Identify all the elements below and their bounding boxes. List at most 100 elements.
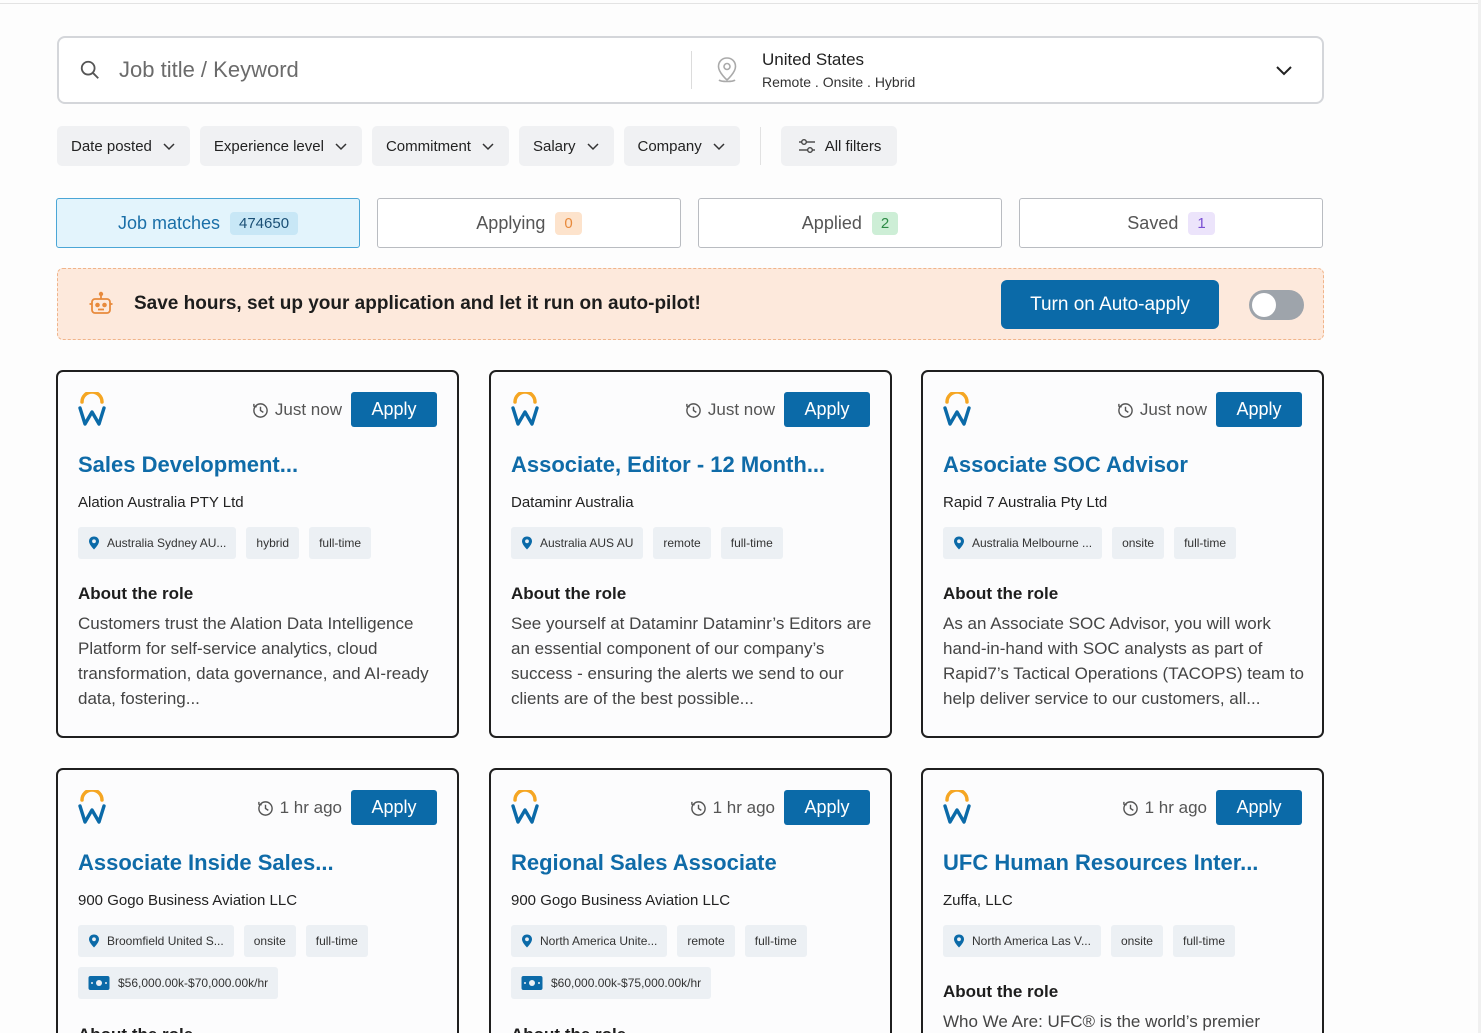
- salary-text: $60,000.00k-$75,000.00k/hr: [551, 976, 702, 990]
- company-name: Alation Australia PTY Ltd: [78, 494, 244, 511]
- company-logo-icon: [78, 390, 106, 428]
- job-card[interactable]: Just now Apply Associate, Editor - 12 Mont…: [489, 370, 892, 738]
- job-title[interactable]: Regional Sales Associate: [511, 850, 777, 876]
- count-badge: 2: [871, 211, 899, 235]
- job-tags: Broomfield United S... onsite full-time $56…: [78, 925, 448, 1009]
- apply-button[interactable]: Apply: [1216, 790, 1302, 825]
- toggle-knob: [1252, 293, 1276, 317]
- employment-type-tag: full-time: [1174, 527, 1237, 559]
- job-title[interactable]: Associate SOC Advisor: [943, 452, 1188, 478]
- chevron-down-icon[interactable]: [1274, 60, 1294, 80]
- apply-button[interactable]: Apply: [351, 790, 437, 825]
- job-description: See yourself at Dataminr Dataminr’s Edit…: [511, 614, 872, 708]
- posted-time: 1 hr ago: [257, 798, 342, 818]
- count-badge: 0: [555, 211, 582, 235]
- job-description: As an Associate SOC Advisor, you will wo…: [943, 614, 1304, 708]
- company-logo-icon: [78, 788, 106, 826]
- tab-saved[interactable]: Saved 1: [1019, 198, 1323, 248]
- location-text: North America Unite...: [540, 934, 658, 948]
- location-tag: Broomfield United S...: [78, 925, 234, 957]
- location-tag: North America Las V...: [943, 925, 1101, 957]
- filter-label: Experience level: [213, 137, 324, 155]
- posted-time-text: 1 hr ago: [279, 798, 342, 817]
- clock-icon: [690, 800, 713, 817]
- work-mode-tag: remote: [677, 925, 735, 957]
- apply-button[interactable]: Apply: [784, 790, 870, 825]
- chevron-down-icon: [482, 143, 494, 151]
- apply-button[interactable]: Apply: [784, 392, 870, 427]
- robot-icon: [89, 291, 113, 314]
- filter-date-posted[interactable]: Date posted: [57, 126, 190, 166]
- job-card[interactable]: 1 hr ago Apply Regional Sales Associate 900…: [489, 768, 892, 1033]
- location-text: Australia Melbourne ...: [972, 536, 1093, 550]
- cash-icon: [88, 975, 110, 991]
- banner-text: Save hours, set up your application and …: [134, 293, 701, 314]
- filter-divider: [759, 127, 761, 165]
- filter-salary[interactable]: Salary: [518, 126, 614, 166]
- location-pin-icon: [717, 57, 737, 83]
- location-selector[interactable]: United States Remote . Onsite . Hybrid: [692, 38, 1322, 102]
- posted-time-text: 1 hr ago: [1144, 798, 1207, 817]
- posted-time-text: Just now: [274, 400, 342, 419]
- filter-bar: Date posted Experience level Commitment …: [57, 126, 907, 166]
- keyword-input[interactable]: [119, 57, 659, 83]
- clock-icon: [252, 402, 275, 419]
- job-tags: North America Unite... remote full-time $60…: [511, 925, 881, 1009]
- about-heading: About the role: [511, 584, 627, 603]
- auto-apply-toggle[interactable]: [1249, 290, 1304, 320]
- tab-applying[interactable]: Applying 0: [377, 198, 681, 248]
- tab-job-matches[interactable]: Job matches 474650: [56, 198, 360, 248]
- filter-commitment[interactable]: Commitment: [371, 126, 509, 166]
- job-description: Customers trust the Alation Data Intelli…: [78, 614, 429, 708]
- job-title[interactable]: Sales Development...: [78, 452, 298, 478]
- sliders-icon: [798, 139, 815, 153]
- count-badge: 474650: [230, 211, 299, 235]
- top-divider: [0, 0, 1481, 4]
- about-heading: About the role: [78, 1025, 193, 1033]
- posted-time: Just now: [252, 400, 342, 420]
- location-tag: North America Unite...: [511, 925, 668, 957]
- company-logo-icon: [511, 788, 539, 826]
- tab-applied[interactable]: Applied 2: [698, 198, 1002, 248]
- job-title[interactable]: UFC Human Resources Inter...: [943, 850, 1258, 876]
- work-mode-tag: onsite: [1112, 527, 1165, 559]
- location-text: North America Las V...: [972, 934, 1091, 948]
- about-heading: About the role: [78, 584, 194, 603]
- apply-button[interactable]: Apply: [1216, 392, 1302, 427]
- filter-label: Date posted: [71, 137, 152, 155]
- job-card[interactable]: Just now Apply Sales Development... Alation…: [56, 370, 459, 738]
- location-tag: Australia AUS AU: [511, 527, 644, 559]
- tab-label: Job matches: [117, 212, 220, 233]
- posted-time: 1 hr ago: [1122, 798, 1207, 818]
- clock-icon: [1122, 800, 1145, 817]
- chevron-down-icon: [335, 143, 347, 151]
- job-tags: Australia AUS AU remote full-time: [511, 527, 881, 569]
- apply-button[interactable]: Apply: [351, 392, 437, 427]
- work-mode-tag: onsite: [1110, 925, 1163, 957]
- all-filters-button[interactable]: All filters: [780, 126, 898, 166]
- clock-icon: [1117, 402, 1140, 419]
- turn-on-auto-apply-button[interactable]: Turn on Auto-apply: [1001, 280, 1219, 329]
- location-tag: Australia Sydney AU...: [78, 527, 237, 559]
- employment-type-tag: full-time: [305, 925, 368, 957]
- job-title[interactable]: Associate Inside Sales...: [78, 850, 334, 876]
- posted-time-text: 1 hr ago: [712, 798, 775, 817]
- salary-text: $56,000.00k-$70,000.00k/hr: [118, 976, 269, 990]
- location-text: Australia Sydney AU...: [107, 536, 227, 550]
- job-card[interactable]: 1 hr ago Apply UFC Human Resources Inter..…: [921, 768, 1324, 1033]
- job-card[interactable]: Just now Apply Associate SOC Advisor Rapid …: [921, 370, 1324, 738]
- company-name: 900 Gogo Business Aviation LLC: [78, 892, 298, 909]
- location-pin-icon: [953, 934, 965, 948]
- clock-icon: [685, 402, 708, 419]
- filter-company[interactable]: Company: [623, 126, 740, 166]
- job-title[interactable]: Associate, Editor - 12 Month...: [511, 452, 825, 478]
- filter-label: Commitment: [385, 137, 471, 155]
- job-card[interactable]: 1 hr ago Apply Associate Inside Sales... 90…: [56, 768, 459, 1033]
- posted-time: 1 hr ago: [690, 798, 775, 818]
- chevron-down-icon: [586, 143, 599, 151]
- employment-type-tag: full-time: [309, 527, 372, 559]
- location-text: Broomfield United S...: [107, 934, 224, 948]
- tab-label: Saved: [1127, 212, 1179, 233]
- filter-experience-level[interactable]: Experience level: [199, 126, 362, 166]
- location-tag: Australia Melbourne ...: [943, 527, 1103, 559]
